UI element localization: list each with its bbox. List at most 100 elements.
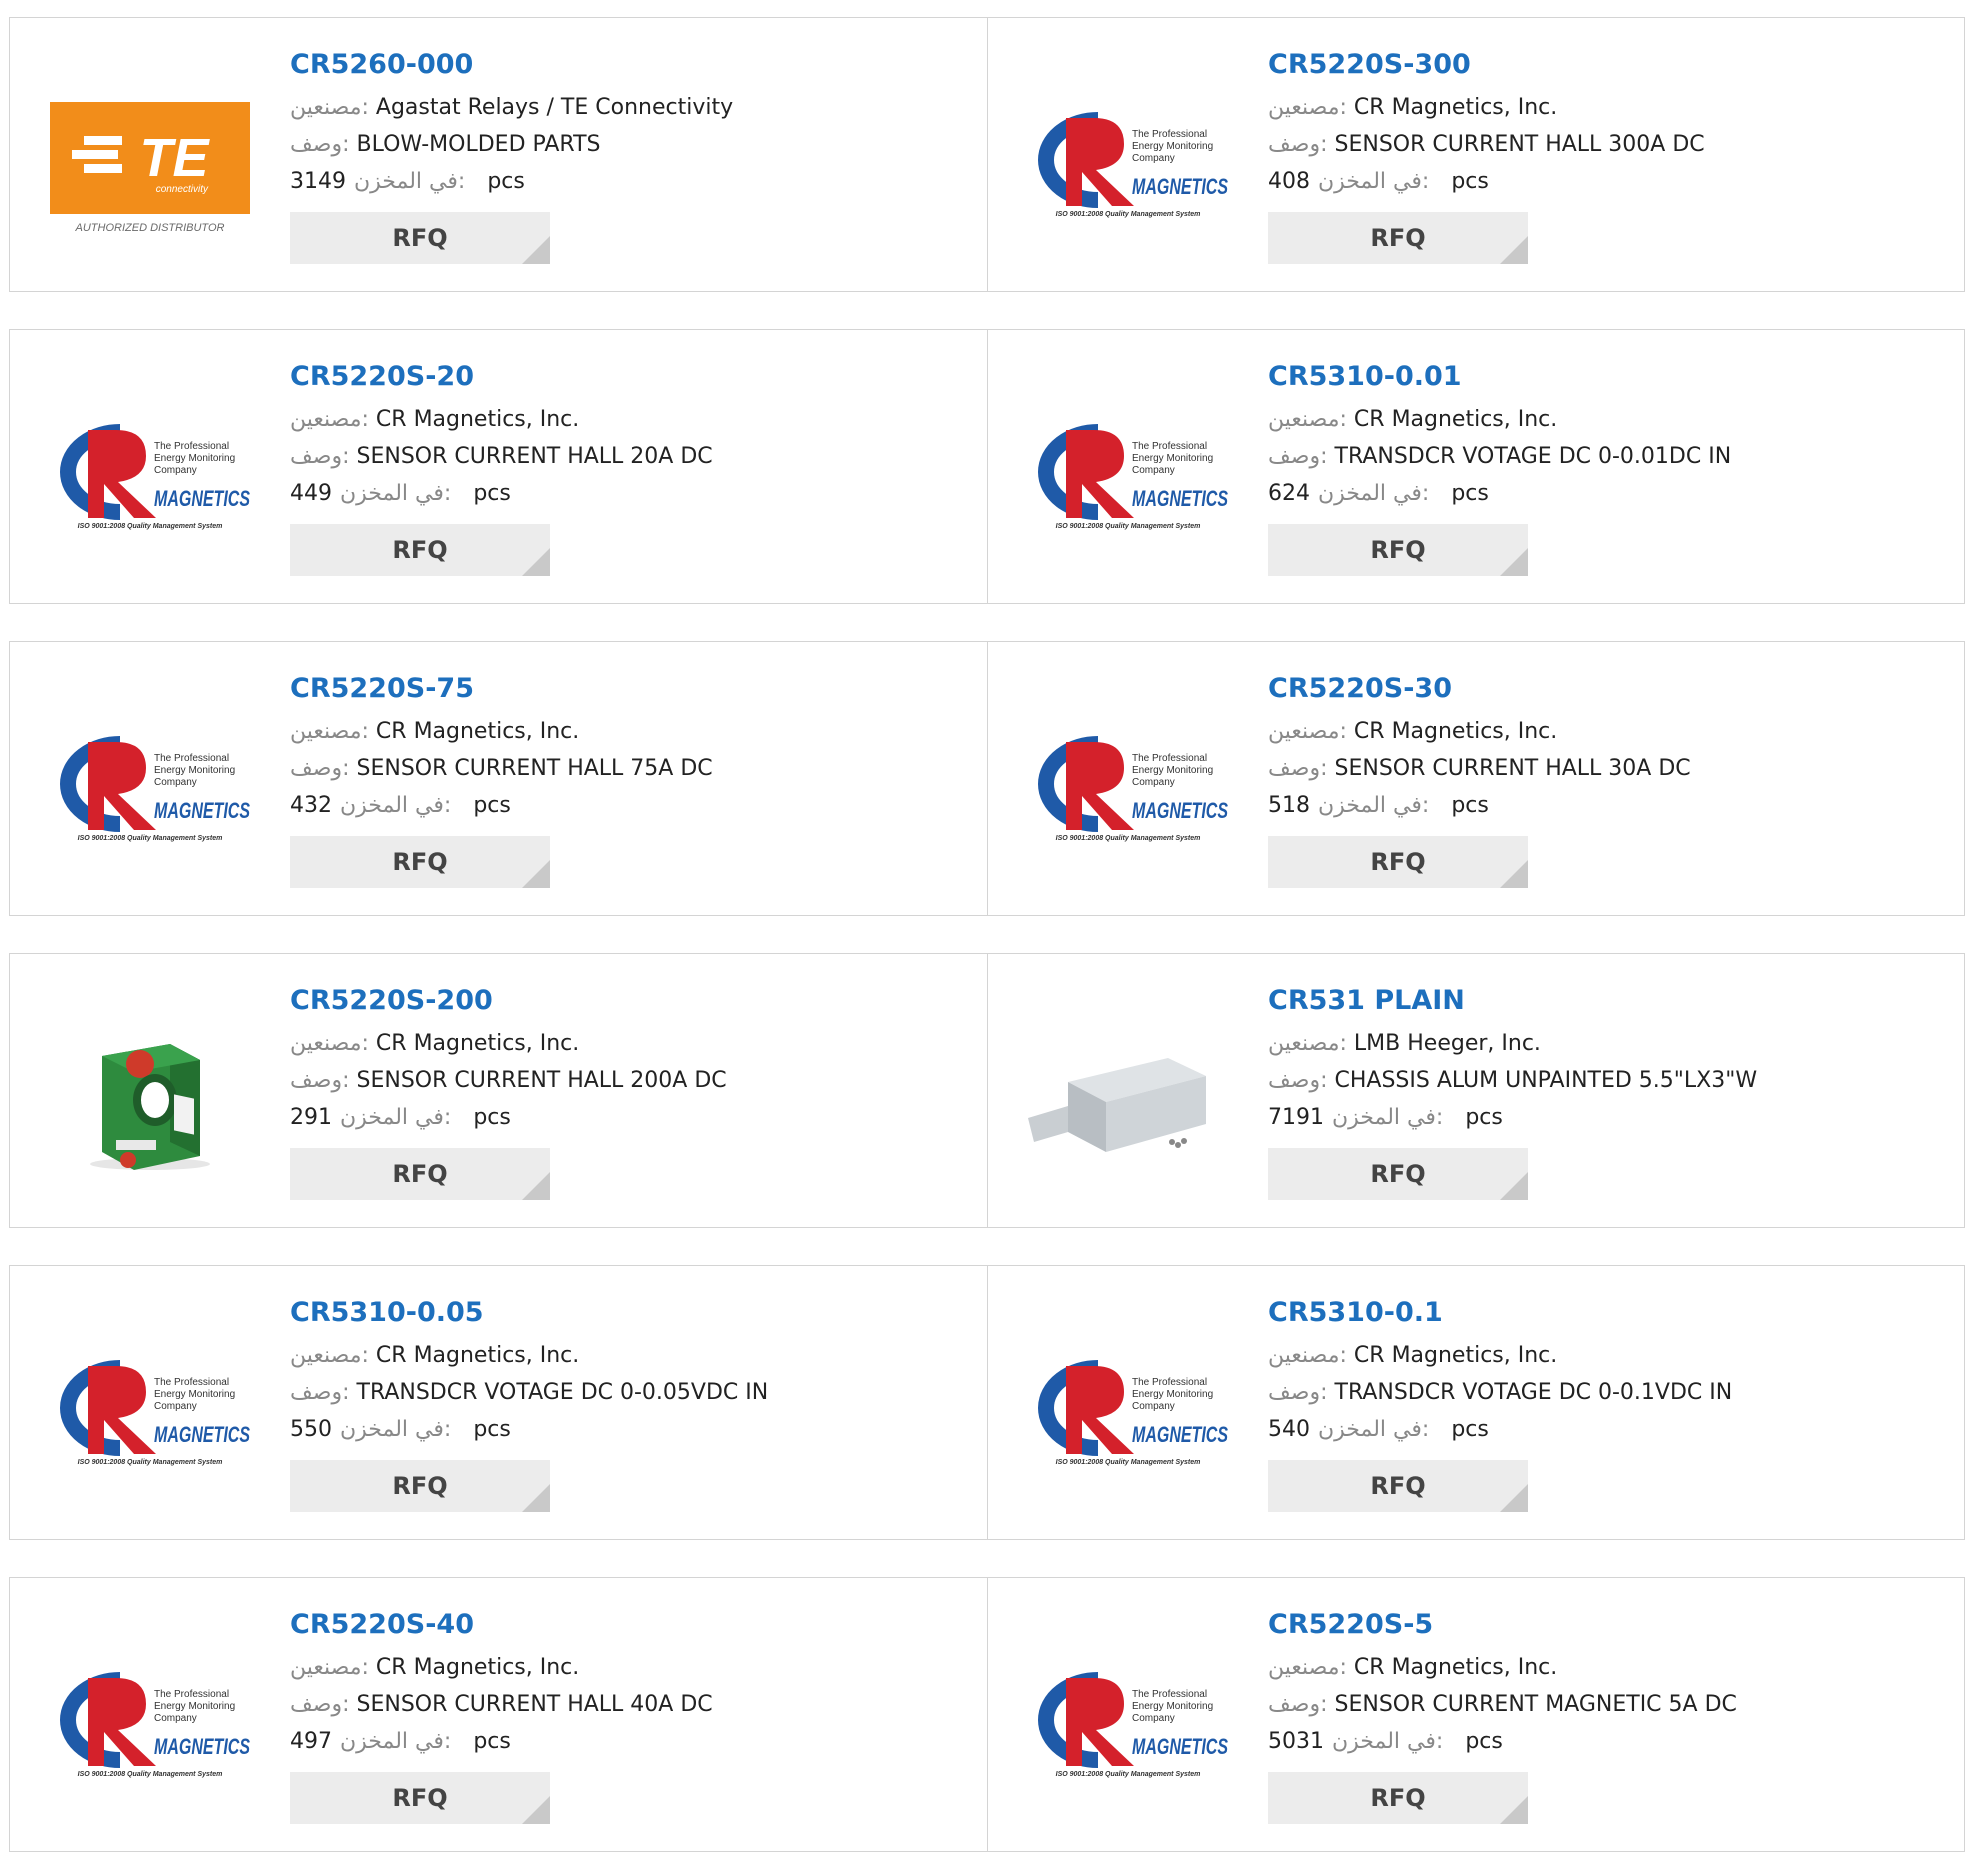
manufacturer-value: CR Magnetics, Inc. bbox=[375, 1031, 580, 1056]
product-list: TE connectivity AUTHORIZED DISTRIBUTOR C… bbox=[9, 17, 1965, 1852]
stock-row: 3149 في المخزن: pcs bbox=[290, 163, 733, 200]
product-part-link[interactable]: CR5310-0.01 bbox=[1268, 360, 1731, 394]
rfq-button[interactable]: RFQ bbox=[1268, 524, 1528, 576]
product-thumbnail[interactable]: TE connectivity AUTHORIZED DISTRIBUTOR bbox=[50, 88, 250, 238]
stock-unit: pcs bbox=[1451, 481, 1489, 506]
product-thumbnail[interactable]: The Professional Energy Monitoring Compa… bbox=[1028, 1648, 1228, 1798]
product-info: CR5310-0.01 مصنعين: CR Magnetics, Inc. وصف… bbox=[1268, 360, 1731, 576]
product-info: CR5220S-30 مصنعين: CR Magnetics, Inc. وصف:… bbox=[1268, 672, 1691, 888]
stock-unit: pcs bbox=[1451, 1417, 1489, 1442]
product-thumbnail[interactable]: The Professional Energy Monitoring Compa… bbox=[50, 400, 250, 550]
rfq-button[interactable]: RFQ bbox=[1268, 1772, 1528, 1824]
cr-line1-text: The Professional bbox=[154, 1377, 229, 1388]
product-part-link[interactable]: CR5220S-5 bbox=[1268, 1608, 1737, 1642]
cr-line2-text: Energy Monitoring bbox=[154, 765, 235, 776]
stock-label: في المخزن: bbox=[354, 169, 466, 194]
description-row: وصف: SENSOR CURRENT HALL 200A DC bbox=[290, 1062, 727, 1099]
description-label: وصف: bbox=[1268, 444, 1328, 469]
stock-row: 449 في المخزن: pcs bbox=[290, 475, 713, 512]
manufacturer-label: مصنعين: bbox=[290, 407, 369, 432]
stock-label: في المخزن: bbox=[340, 1729, 452, 1754]
rfq-label: RFQ bbox=[392, 1160, 448, 1188]
product-thumbnail[interactable]: The Professional Energy Monitoring Compa… bbox=[1028, 88, 1228, 238]
manufacturer-value: CR Magnetics, Inc. bbox=[1353, 1655, 1558, 1680]
manufacturer-value: CR Magnetics, Inc. bbox=[1353, 719, 1558, 744]
rfq-button[interactable]: RFQ bbox=[290, 1772, 550, 1824]
description-row: وصف: TRANSDCR VOTAGE DC 0-0.1VDC IN bbox=[1268, 1374, 1732, 1411]
stock-label: في المخزن: bbox=[1318, 1417, 1430, 1442]
cr-footer-text: ISO 9001:2008 Quality Management System bbox=[78, 1771, 223, 1778]
product-part-link[interactable]: CR5220S-20 bbox=[290, 360, 713, 394]
stock-row: 624 في المخزن: pcs bbox=[1268, 475, 1731, 512]
product-thumbnail[interactable] bbox=[1028, 1024, 1228, 1174]
cr-line1-text: The Professional bbox=[1132, 441, 1207, 452]
description-row: وصف: SENSOR CURRENT MAGNETIC 5A DC bbox=[1268, 1686, 1737, 1723]
rfq-label: RFQ bbox=[392, 536, 448, 564]
description-row: وصف: BLOW-MOLDED PARTS bbox=[290, 126, 733, 163]
product-card: The Professional Energy Monitoring Compa… bbox=[988, 1265, 1965, 1540]
stock-unit: pcs bbox=[1451, 169, 1489, 194]
product-part-link[interactable]: CR5310-0.05 bbox=[290, 1296, 768, 1330]
description-row: وصف: SENSOR CURRENT HALL 75A DC bbox=[290, 750, 713, 787]
description-value: SENSOR CURRENT HALL 200A DC bbox=[356, 1068, 727, 1093]
cr-brand-text: MAGNETICS bbox=[1132, 1734, 1228, 1759]
product-part-link[interactable]: CR5220S-75 bbox=[290, 672, 713, 706]
cr-footer-text: ISO 9001:2008 Quality Management System bbox=[78, 523, 223, 530]
cr-magnetics-logo: The Professional Energy Monitoring Compa… bbox=[1038, 1672, 1228, 1778]
product-info: CR5260-000 مصنعين: Agastat Relays / TE Co… bbox=[290, 48, 733, 264]
description-label: وصف: bbox=[1268, 756, 1328, 781]
cr-magnetics-logo: The Professional Energy Monitoring Compa… bbox=[60, 1360, 250, 1466]
stock-row: 432 في المخزن: pcs bbox=[290, 787, 713, 824]
manufacturer-row: مصنعين: CR Magnetics, Inc. bbox=[290, 713, 713, 750]
description-value: SENSOR CURRENT HALL 20A DC bbox=[356, 444, 713, 469]
product-part-link[interactable]: CR5220S-200 bbox=[290, 984, 727, 1018]
product-part-link[interactable]: CR531 PLAIN bbox=[1268, 984, 1757, 1018]
manufacturer-row: مصنعين: CR Magnetics, Inc. bbox=[290, 1649, 713, 1686]
stock-row: 497 في المخزن: pcs bbox=[290, 1723, 713, 1760]
manufacturer-row: مصنعين: CR Magnetics, Inc. bbox=[1268, 401, 1731, 438]
cr-brand-text: MAGNETICS bbox=[154, 1422, 250, 1447]
rfq-button[interactable]: RFQ bbox=[1268, 212, 1528, 264]
product-thumbnail[interactable]: The Professional Energy Monitoring Compa… bbox=[1028, 400, 1228, 550]
product-thumbnail[interactable]: The Professional Energy Monitoring Compa… bbox=[50, 1648, 250, 1798]
rfq-button[interactable]: RFQ bbox=[290, 212, 550, 264]
rfq-button[interactable]: RFQ bbox=[290, 524, 550, 576]
product-info: CR5220S-5 مصنعين: CR Magnetics, Inc. وصف: … bbox=[1268, 1608, 1737, 1824]
stock-value: 291 bbox=[290, 1105, 332, 1130]
product-thumbnail[interactable]: The Professional Energy Monitoring Compa… bbox=[50, 712, 250, 862]
rfq-corner-decoration bbox=[522, 236, 550, 264]
cr-line1-text: The Professional bbox=[1132, 129, 1207, 140]
description-label: وصف: bbox=[290, 444, 350, 469]
cr-line3-text: Company bbox=[154, 1713, 197, 1724]
rfq-button[interactable]: RFQ bbox=[290, 1148, 550, 1200]
cr-magnetics-logo: The Professional Energy Monitoring Compa… bbox=[1038, 424, 1228, 530]
product-part-link[interactable]: CR5220S-300 bbox=[1268, 48, 1705, 82]
product-thumbnail[interactable]: The Professional Energy Monitoring Compa… bbox=[1028, 712, 1228, 862]
product-part-link[interactable]: CR5260-000 bbox=[290, 48, 733, 82]
manufacturer-label: مصنعين: bbox=[290, 1343, 369, 1368]
product-part-link[interactable]: CR5310-0.1 bbox=[1268, 1296, 1732, 1330]
cr-line1-text: The Professional bbox=[1132, 753, 1207, 764]
product-card: CR531 PLAIN مصنعين: LMB Heeger, Inc. وصف: … bbox=[988, 953, 1965, 1228]
rfq-label: RFQ bbox=[392, 1472, 448, 1500]
product-part-link[interactable]: CR5220S-40 bbox=[290, 1608, 713, 1642]
rfq-button[interactable]: RFQ bbox=[1268, 836, 1528, 888]
cr-line3-text: Company bbox=[154, 465, 197, 476]
rfq-button[interactable]: RFQ bbox=[1268, 1148, 1528, 1200]
rfq-button[interactable]: RFQ bbox=[290, 1460, 550, 1512]
cr-line2-text: Energy Monitoring bbox=[1132, 765, 1213, 776]
rfq-label: RFQ bbox=[1370, 1160, 1426, 1188]
rfq-corner-decoration bbox=[522, 548, 550, 576]
cr-brand-text: MAGNETICS bbox=[154, 798, 250, 823]
product-thumbnail[interactable] bbox=[50, 1024, 250, 1174]
product-thumbnail[interactable]: The Professional Energy Monitoring Compa… bbox=[50, 1336, 250, 1486]
manufacturer-value: CR Magnetics, Inc. bbox=[375, 1343, 580, 1368]
product-thumbnail[interactable]: The Professional Energy Monitoring Compa… bbox=[1028, 1336, 1228, 1486]
cr-magnetics-logo: The Professional Energy Monitoring Compa… bbox=[60, 424, 250, 530]
stock-label: في المخزن: bbox=[340, 793, 452, 818]
cr-line1-text: The Professional bbox=[154, 1689, 229, 1700]
rfq-button[interactable]: RFQ bbox=[290, 836, 550, 888]
rfq-button[interactable]: RFQ bbox=[1268, 1460, 1528, 1512]
rfq-label: RFQ bbox=[392, 848, 448, 876]
product-part-link[interactable]: CR5220S-30 bbox=[1268, 672, 1691, 706]
